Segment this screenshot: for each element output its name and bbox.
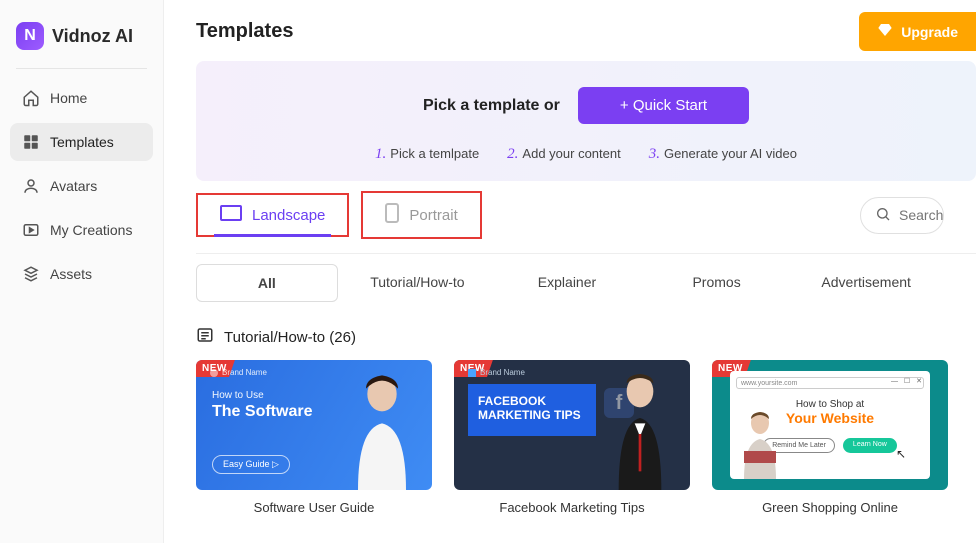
hero-banner: Pick a template or + Quick Start 1.Pick … [196, 61, 976, 181]
portrait-icon [385, 203, 399, 227]
tab-portrait-label: Portrait [409, 207, 457, 224]
templates-icon [22, 133, 40, 151]
category-tab-advertisement[interactable]: Advertisement [796, 264, 936, 302]
sidebar-divider [16, 68, 147, 69]
section-icon [196, 326, 214, 348]
landscape-icon [220, 205, 242, 225]
step-2: 2.Add your content [507, 146, 621, 163]
tab-landscape-label: Landscape [252, 207, 325, 224]
home-icon [22, 89, 40, 107]
category-tab-explainer[interactable]: Explainer [497, 264, 637, 302]
sidebar: N Vidnoz AI Home Templates Avatars My Cr… [0, 0, 164, 543]
template-card[interactable]: NEW www.yoursite.com — ☐ ✕ How to Shop a… [712, 360, 948, 515]
avatar-icon [736, 409, 784, 479]
template-title: Facebook Marketing Tips [454, 500, 690, 515]
thumb-brand: Brand Name [468, 368, 525, 377]
cursor-icon: ↖ [896, 447, 906, 461]
template-card[interactable]: NEW Brand Name How to Use The Software E… [196, 360, 432, 515]
template-thumb: NEW www.yoursite.com — ☐ ✕ How to Shop a… [712, 360, 948, 490]
sidebar-item-label: Templates [50, 134, 114, 150]
window-buttons-icon: — ☐ ✕ [891, 377, 924, 385]
template-card[interactable]: NEW Brand Name f FACEBOOK MARKETING TIPS… [454, 360, 690, 515]
template-cards: NEW Brand Name How to Use The Software E… [196, 360, 976, 535]
sidebar-item-label: Assets [50, 266, 92, 282]
upgrade-label: Upgrade [901, 24, 958, 40]
category-tabs: All Tutorial/How-to Explainer Promos Adv… [196, 253, 976, 302]
thumb-line1: How to Use [212, 390, 312, 401]
diamond-icon [877, 22, 893, 41]
main-content: Templates Upgrade Pick a template or + Q… [164, 0, 976, 543]
avatar-icon [336, 370, 428, 490]
sidebar-item-creations[interactable]: My Creations [10, 211, 153, 249]
step-1: 1.Pick a temlpate [375, 146, 479, 163]
brand-logo[interactable]: N Vidnoz AI [10, 18, 153, 68]
thumb-chip: Easy Guide ▷ [212, 455, 290, 474]
upgrade-button[interactable]: Upgrade [859, 12, 976, 51]
quick-start-button[interactable]: + Quick Start [578, 87, 749, 124]
section-heading: Tutorial/How-to (26) [196, 326, 976, 348]
sidebar-item-templates[interactable]: Templates [10, 123, 153, 161]
template-title: Software User Guide [196, 500, 432, 515]
creations-icon [22, 221, 40, 239]
category-tab-tutorial[interactable]: Tutorial/How-to [348, 264, 488, 302]
tab-landscape[interactable]: Landscape [196, 193, 349, 237]
section-title: Tutorial/How-to (26) [224, 329, 356, 346]
tab-portrait[interactable]: Portrait [361, 191, 481, 239]
browser-mock: www.yoursite.com — ☐ ✕ How to Shop at Yo… [730, 371, 930, 479]
sidebar-item-assets[interactable]: Assets [10, 255, 153, 293]
thumb-line1: FACEBOOK [478, 394, 586, 408]
step-3: 3.Generate your AI video [649, 146, 797, 163]
template-thumb: NEW Brand Name f FACEBOOK MARKETING TIPS [454, 360, 690, 490]
hero-pick-text: Pick a template or [423, 97, 560, 115]
category-tab-all[interactable]: All [196, 264, 338, 302]
sidebar-item-label: Avatars [50, 178, 97, 194]
hero-steps: 1.Pick a temlpate 2.Add your content 3.G… [224, 146, 948, 163]
search-box[interactable] [860, 197, 944, 234]
thumb-line2: MARKETING TIPS [478, 408, 586, 422]
thumb-line2: The Software [212, 403, 312, 421]
brand-logo-icon: N [16, 22, 44, 50]
avatar-icon [600, 370, 680, 490]
sidebar-item-avatars[interactable]: Avatars [10, 167, 153, 205]
avatars-icon [22, 177, 40, 195]
sidebar-item-label: My Creations [50, 222, 132, 238]
sidebar-item-label: Home [50, 90, 87, 106]
brand-name: Vidnoz AI [52, 26, 133, 47]
category-tab-promos[interactable]: Promos [647, 264, 787, 302]
thumb-btn-fill: Learn Now [843, 438, 897, 453]
sidebar-item-home[interactable]: Home [10, 79, 153, 117]
assets-icon [22, 265, 40, 283]
template-title: Green Shopping Online [712, 500, 948, 515]
template-thumb: NEW Brand Name How to Use The Software E… [196, 360, 432, 490]
search-input[interactable] [899, 207, 944, 223]
thumb-brand: Brand Name [210, 368, 267, 377]
search-icon [875, 206, 891, 225]
